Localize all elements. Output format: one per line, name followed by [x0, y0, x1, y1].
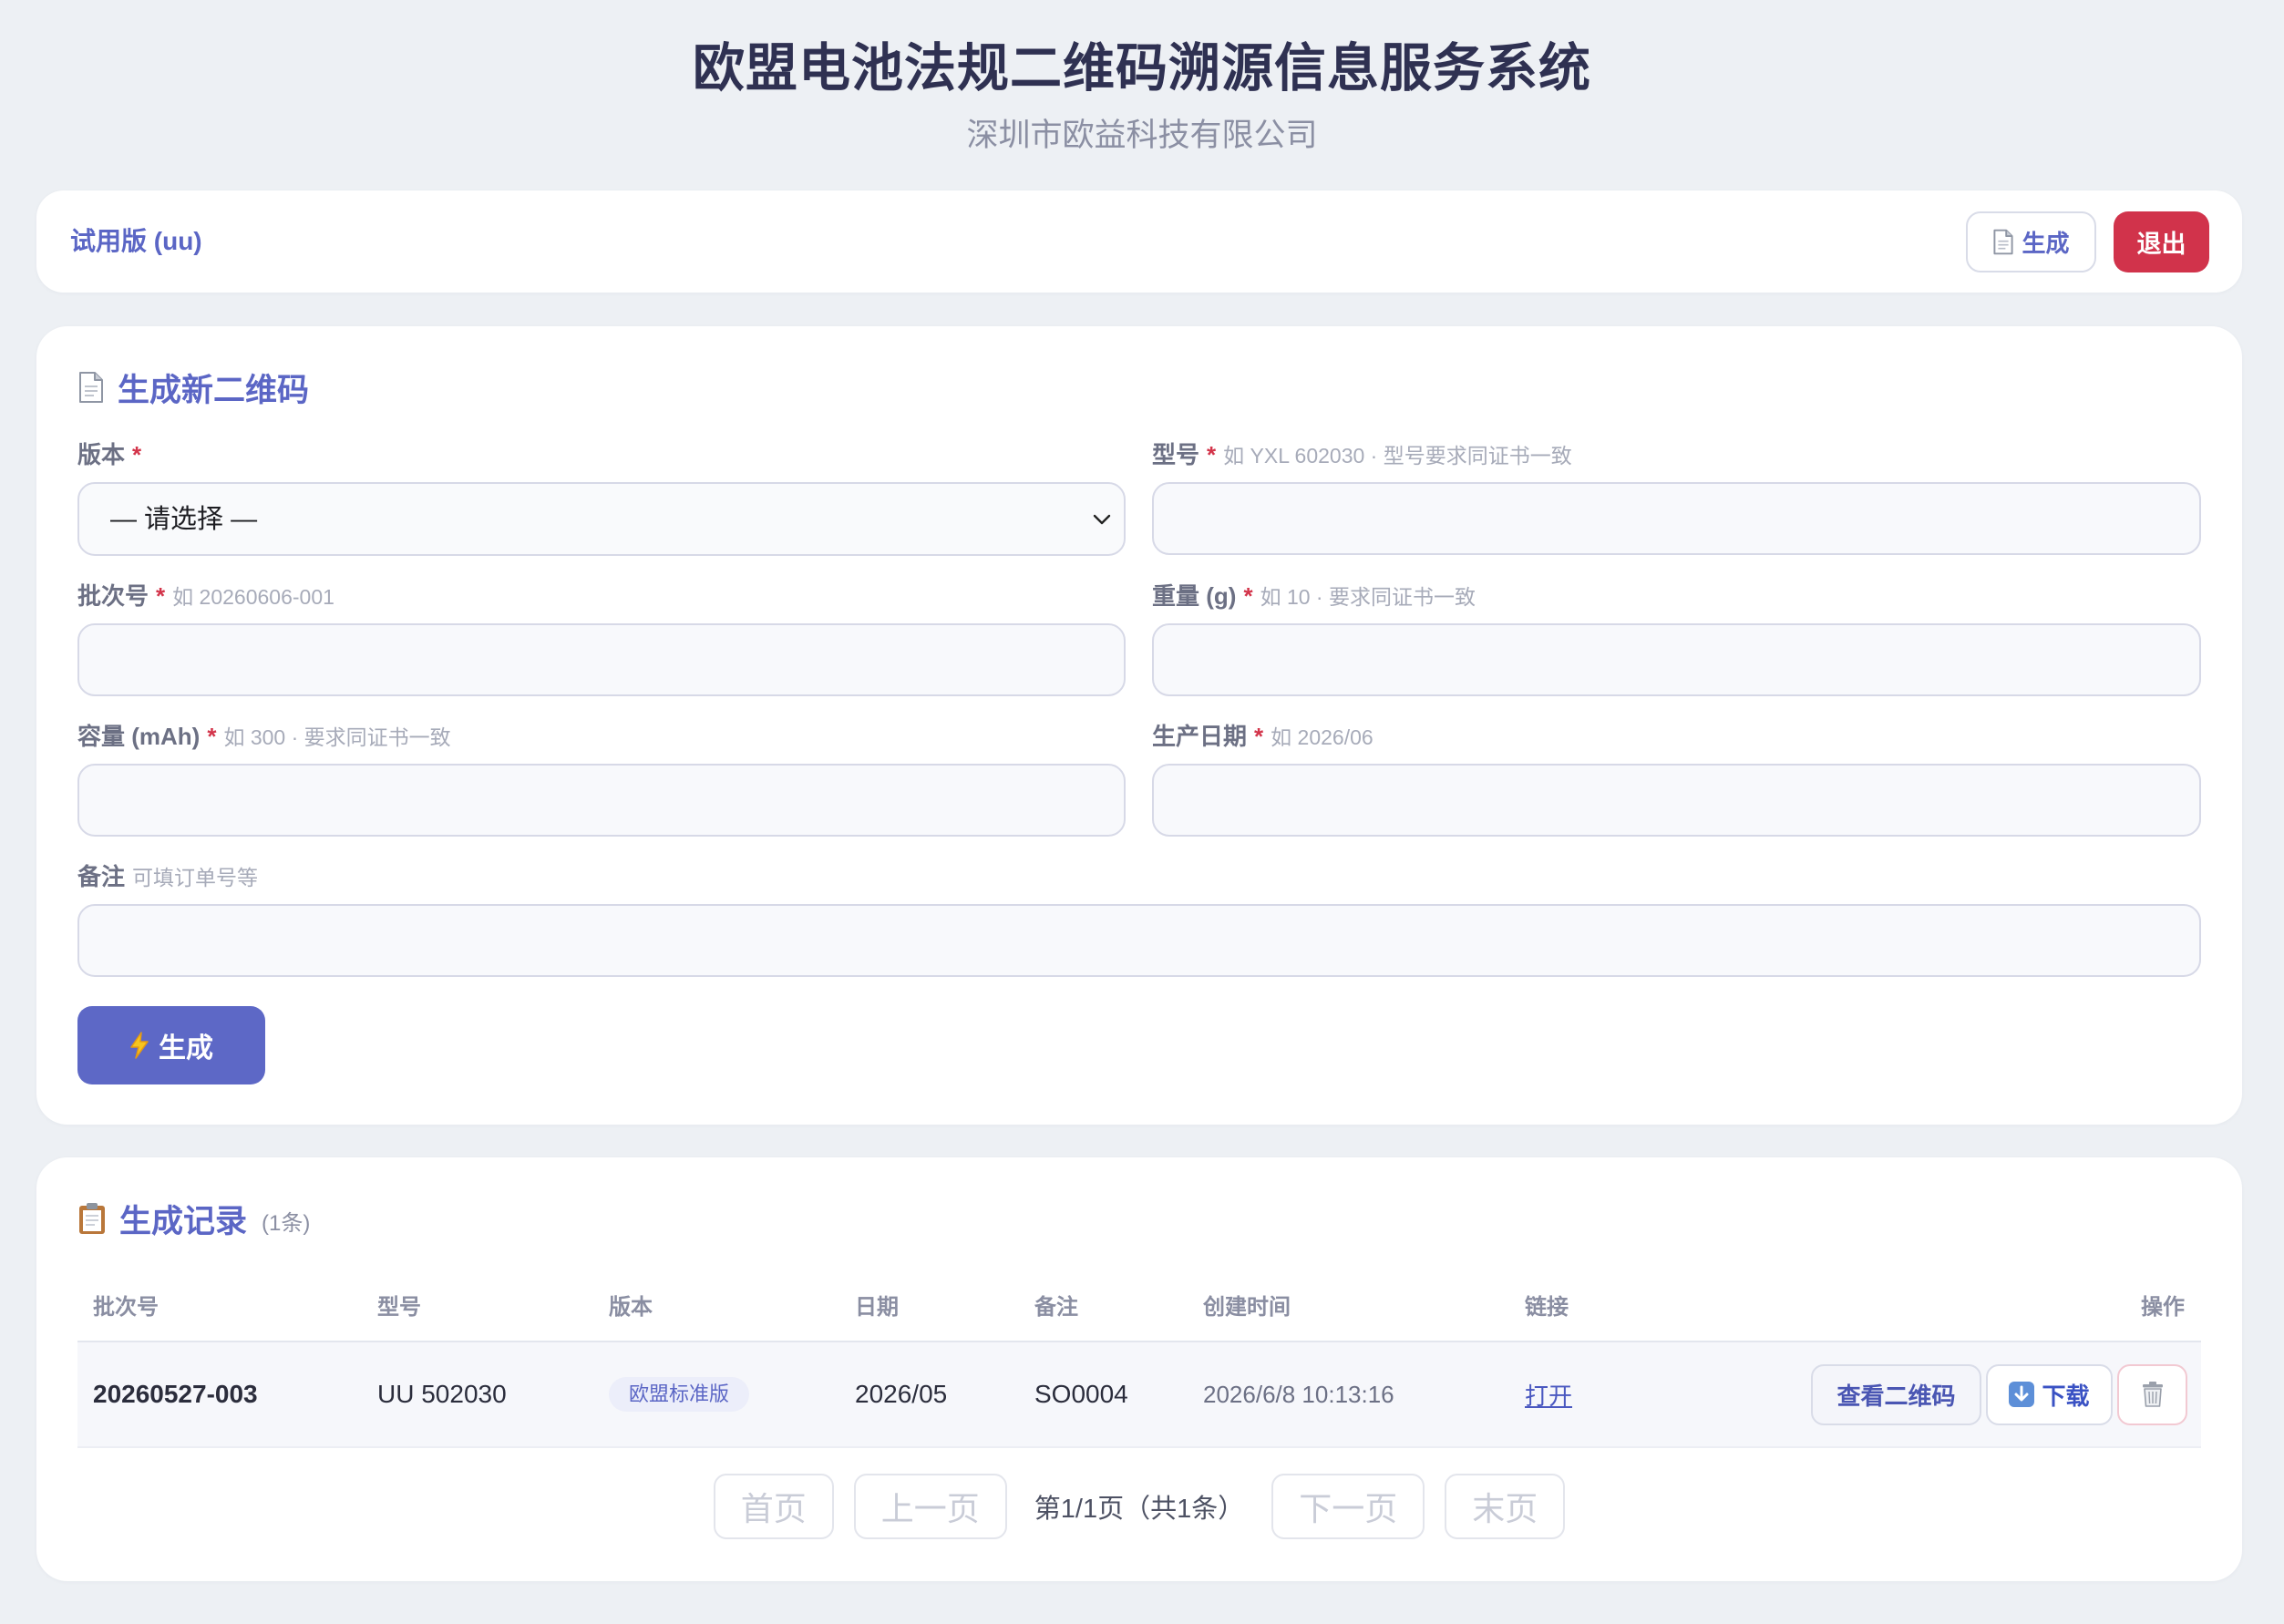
version-field: 版本 * — 请选择 —: [77, 439, 1126, 556]
production-date-label: 生产日期 * 如 2026/06: [1152, 721, 2201, 752]
required-mark: *: [207, 723, 217, 750]
production-date-label-text: 生产日期: [1152, 723, 1248, 750]
model-label: 型号 * 如 YXL 602030 · 型号要求同证书一致: [1152, 439, 2201, 470]
trash-icon: [2141, 1381, 2165, 1408]
version-select[interactable]: — 请选择 —: [77, 482, 1126, 556]
weight-label: 重量 (g) * 如 10 · 要求同证书一致: [1152, 581, 2201, 612]
production-date-field: 生产日期 * 如 2026/06: [1152, 721, 2201, 837]
batch-field: 批次号 * 如 20260606-001: [77, 581, 1126, 696]
production-date-input[interactable]: [1152, 764, 2201, 837]
cell-model: UU 502030: [362, 1341, 593, 1448]
records-table: 批次号 型号 版本 日期 备注 创建时间 链接 操作 20260527-003 …: [77, 1269, 2201, 1448]
records-heading: 生成记录 (1条): [77, 1198, 310, 1239]
page-info: 第1/1页（共1条）: [1034, 1495, 1245, 1524]
note-label-text: 备注: [77, 863, 126, 890]
batch-hint: 如 20260606-001: [172, 585, 334, 609]
capacity-label: 容量 (mAh) * 如 300 · 要求同证书一致: [77, 721, 1126, 752]
weight-input[interactable]: [1152, 623, 2201, 696]
cell-note: SO0004: [1019, 1341, 1188, 1448]
batch-input[interactable]: [77, 623, 1126, 696]
column-header-created: 创建时间: [1188, 1269, 1509, 1342]
required-mark: *: [1207, 441, 1217, 468]
version-label: 版本 *: [77, 439, 1126, 470]
page-icon: [1992, 229, 2014, 255]
table-header-row: 批次号 型号 版本 日期 备注 创建时间 链接 操作: [77, 1269, 2201, 1342]
column-header-batch: 批次号: [77, 1269, 362, 1342]
model-label-text: 型号: [1152, 441, 1200, 468]
form-heading: 生成新二维码: [77, 367, 309, 408]
page-title: 欧盟电池法规二维码溯源信息服务系统: [693, 39, 1591, 98]
cell-date: 2026/05: [839, 1341, 1019, 1448]
first-page-button[interactable]: 首页: [713, 1474, 834, 1539]
logout-button[interactable]: 退出: [2114, 211, 2209, 272]
form-heading-text: 生成新二维码: [118, 372, 310, 408]
version-badge: 欧盟标准版: [609, 1377, 750, 1412]
records-count: (1条): [262, 1210, 311, 1236]
download-button-label: 下载: [2042, 1382, 2090, 1410]
column-header-note: 备注: [1019, 1269, 1188, 1342]
open-link[interactable]: 打开: [1525, 1382, 1572, 1410]
delete-button[interactable]: [2117, 1363, 2187, 1425]
capacity-label-text: 容量 (mAh): [77, 723, 201, 750]
model-input[interactable]: [1152, 482, 2201, 555]
required-mark: *: [1243, 582, 1253, 610]
required-mark: *: [156, 582, 166, 610]
download-button[interactable]: 下载: [1986, 1363, 2113, 1425]
note-field: 备注 可填订单号等: [77, 861, 2201, 977]
table-row: 20260527-003 UU 502030 欧盟标准版 2026/05 SO0…: [77, 1341, 2201, 1448]
column-header-date: 日期: [839, 1269, 1019, 1342]
weight-hint: 如 10 · 要求同证书一致: [1260, 585, 1476, 609]
generate-button[interactable]: 生成: [1966, 211, 2096, 272]
note-hint: 可填订单号等: [132, 866, 259, 889]
weight-label-text: 重量 (g): [1152, 582, 1237, 610]
account-label: 试用版 (uu): [70, 227, 202, 255]
note-label: 备注 可填订单号等: [77, 861, 2201, 892]
next-page-button[interactable]: 下一页: [1271, 1474, 1425, 1539]
column-header-actions: 操作: [1773, 1269, 2201, 1342]
generate-form-card: 生成新二维码 版本 * — 请选择 — 型号 * 如 YXL 602030 · 型号要…: [36, 326, 2242, 1125]
records-heading-text: 生成记录: [119, 1203, 248, 1239]
required-mark: *: [1254, 723, 1264, 750]
model-hint: 如 YXL 602030 · 型号要求同证书一致: [1223, 444, 1572, 468]
generate-button-label: 生成: [2022, 230, 2070, 257]
model-field: 型号 * 如 YXL 602030 · 型号要求同证书一致: [1152, 439, 2201, 556]
clipboard-icon: [77, 1202, 107, 1235]
last-page-button[interactable]: 末页: [1445, 1474, 1566, 1539]
capacity-field: 容量 (mAh) * 如 300 · 要求同证书一致: [77, 721, 1126, 837]
weight-field: 重量 (g) * 如 10 · 要求同证书一致: [1152, 581, 2201, 696]
download-arrow-icon: [2009, 1382, 2035, 1407]
row-actions: 查看二维码 下载: [1788, 1363, 2187, 1425]
required-mark: *: [132, 441, 142, 468]
cell-batch: 20260527-003: [77, 1341, 362, 1448]
cell-actions: 查看二维码 下载: [1773, 1341, 2201, 1448]
view-qr-button[interactable]: 查看二维码: [1811, 1363, 1981, 1425]
capacity-input[interactable]: [77, 764, 1126, 837]
capacity-hint: 如 300 · 要求同证书一致: [223, 725, 451, 749]
lightning-icon: [129, 1032, 149, 1059]
pagination: 首页 上一页 第1/1页（共1条） 下一页 末页: [36, 1474, 2242, 1539]
column-header-model: 型号: [362, 1269, 593, 1342]
prev-page-button[interactable]: 上一页: [853, 1474, 1007, 1539]
column-header-version: 版本: [593, 1269, 839, 1342]
column-header-link: 链接: [1509, 1269, 1773, 1342]
top-bar: 试用版 (uu) 生成 退出: [36, 190, 2242, 293]
topbar-actions: 生成 退出: [1966, 211, 2209, 272]
batch-label: 批次号 * 如 20260606-001: [77, 581, 1126, 612]
company-subtitle: 深圳市欧益科技有限公司: [966, 118, 1318, 153]
page-icon: [77, 371, 105, 404]
form-fields: 版本 * — 请选择 — 型号 * 如 YXL 602030 · 型号要求同证书一致 …: [77, 439, 2201, 977]
version-label-text: 版本: [77, 441, 126, 468]
note-input[interactable]: [77, 904, 2201, 977]
submit-generate-button[interactable]: 生成: [77, 1006, 265, 1084]
batch-label-text: 批次号: [77, 582, 149, 610]
production-date-hint: 如 2026/06: [1271, 725, 1373, 749]
records-card: 生成记录 (1条) 批次号 型号 版本 日期 备注 创建时间 链接 操作 202…: [36, 1157, 2242, 1581]
cell-version: 欧盟标准版: [593, 1341, 839, 1448]
cell-created-at: 2026/6/8 10:13:16: [1188, 1341, 1509, 1448]
submit-generate-label: 生成: [159, 1033, 213, 1064]
version-select-wrap: — 请选择 —: [77, 482, 1126, 556]
cell-link: 打开: [1509, 1341, 1773, 1448]
